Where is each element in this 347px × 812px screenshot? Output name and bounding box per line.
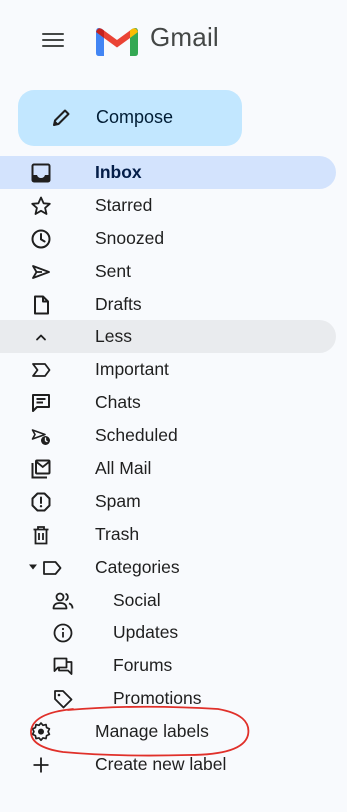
- sidebar-item-label: Snoozed: [95, 227, 165, 248]
- sidebar-item-sent[interactable]: Sent: [0, 255, 336, 288]
- inbox-icon: [30, 162, 52, 184]
- sidebar-item-label: Starred: [95, 194, 153, 215]
- sidebar-item-label: Forums: [113, 655, 173, 676]
- sidebar-item-label: Create new label: [95, 754, 227, 775]
- spam-icon: [30, 491, 52, 513]
- sidebar-item-label: Less: [95, 326, 132, 347]
- sidebar-item-promotions[interactable]: Promotions: [0, 682, 336, 715]
- sidebar-item-all-mail[interactable]: All Mail: [0, 452, 336, 485]
- star-icon: [30, 195, 52, 217]
- all-mail-icon: [30, 458, 52, 480]
- chat-icon: [30, 392, 52, 414]
- sidebar-item-trash[interactable]: Trash: [0, 518, 336, 551]
- sidebar-item-label: Sent: [95, 260, 131, 281]
- people-icon: [52, 590, 74, 612]
- draft-icon: [30, 294, 52, 316]
- important-icon: [30, 359, 52, 381]
- sidebar-item-label: Promotions: [113, 688, 202, 709]
- sidebar-item-label: Trash: [95, 523, 140, 544]
- sidebar-item-starred[interactable]: Starred: [0, 189, 336, 222]
- main-menu-button[interactable]: [42, 30, 64, 50]
- clock-icon: [30, 228, 52, 250]
- sidebar-item-drafts[interactable]: Drafts: [0, 288, 336, 321]
- sidebar-item-forums[interactable]: Forums: [0, 649, 336, 682]
- send-icon: [30, 261, 52, 283]
- sidebar-item-label: Spam: [95, 490, 141, 511]
- sidebar-item-label: Categories: [95, 556, 180, 577]
- sidebar-item-chats[interactable]: Chats: [0, 386, 336, 419]
- sidebar-item-updates[interactable]: Updates: [0, 616, 336, 649]
- sidebar-item-label: Drafts: [95, 293, 142, 314]
- sidebar-item-social[interactable]: Social: [0, 584, 336, 617]
- pencil-icon: [50, 107, 72, 129]
- sidebar-nav: Inbox Starred Snoozed Sent Drafts Less I…: [0, 156, 347, 781]
- sidebar-item-inbox[interactable]: Inbox: [0, 156, 336, 189]
- label-icon: [41, 557, 63, 579]
- top-bar: Gmail: [0, 0, 347, 80]
- sidebar-item-label: Important: [95, 359, 169, 380]
- forum-icon: [52, 655, 74, 677]
- sidebar-item-snoozed[interactable]: Snoozed: [0, 222, 336, 255]
- tag-icon: [52, 688, 74, 710]
- sidebar-less-toggle[interactable]: Less: [0, 320, 336, 354]
- gmail-logo[interactable]: [96, 26, 138, 56]
- sidebar-item-label: Inbox: [95, 162, 142, 182]
- compose-button[interactable]: Compose: [18, 90, 242, 146]
- sidebar-item-spam[interactable]: Spam: [0, 485, 336, 518]
- sidebar-item-label: Manage labels: [95, 721, 209, 742]
- sidebar-item-label: Chats: [95, 392, 141, 413]
- plus-icon: [30, 754, 52, 776]
- sidebar-item-categories[interactable]: Categories: [0, 551, 336, 584]
- gear-icon: [30, 721, 52, 743]
- trash-icon: [30, 524, 52, 546]
- app-title: Gmail: [150, 22, 219, 52]
- sidebar-item-label: Updates: [113, 622, 179, 643]
- caret-down-icon: [28, 562, 38, 572]
- sidebar-item-important[interactable]: Important: [0, 353, 336, 386]
- chevron-up-icon: [30, 326, 52, 348]
- compose-label: Compose: [96, 107, 174, 127]
- scheduled-icon: [30, 425, 52, 447]
- sidebar-item-scheduled[interactable]: Scheduled: [0, 419, 336, 452]
- sidebar-item-manage-labels[interactable]: Manage labels: [0, 715, 336, 748]
- sidebar-item-label: Scheduled: [95, 425, 178, 446]
- info-icon: [52, 622, 74, 644]
- sidebar-item-label: All Mail: [95, 458, 152, 479]
- sidebar-item-create-label[interactable]: Create new label: [0, 748, 336, 781]
- sidebar-item-label: Social: [113, 589, 161, 610]
